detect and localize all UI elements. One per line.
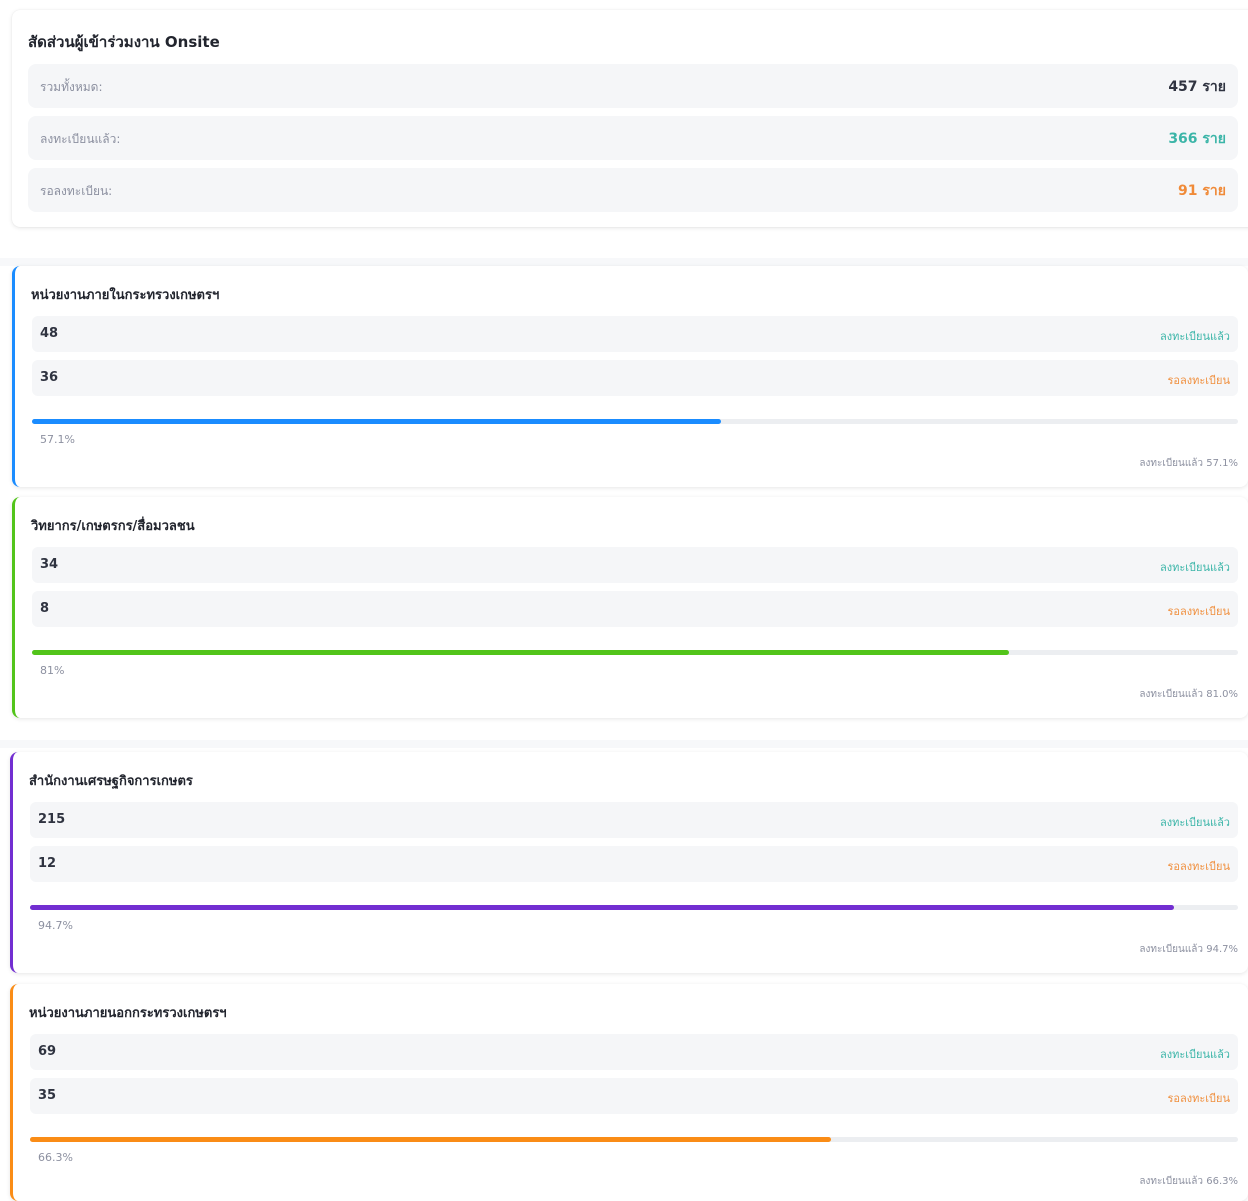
group-card-office-agri-economics: สำนักงานเศรษฐกิจการเกษตร 215 ลงทะเบียนแล…: [10, 752, 1248, 973]
progress-percent: 66.3%: [38, 1151, 73, 1164]
registered-tag: ลงทะเบียนแล้ว: [1160, 816, 1230, 829]
registered-row: 215 ลงทะเบียนแล้ว: [30, 802, 1238, 838]
pending-tag: รอลงทะเบียน: [1167, 1092, 1231, 1105]
pending-row: 36 รอลงทะเบียน: [32, 360, 1238, 396]
progress-percent: 57.1%: [40, 433, 75, 446]
registered-count: 69: [38, 1044, 57, 1059]
registered-label: ลงทะเบียนแล้ว:: [40, 132, 121, 146]
registered-tag: ลงทะเบียนแล้ว: [1160, 1048, 1230, 1061]
registered-value: 366 ราย: [1168, 131, 1226, 147]
progress-footer: ลงทะเบียนแล้ว 57.1%: [1139, 458, 1238, 469]
registered-tag: ลงทะเบียนแล้ว: [1160, 561, 1230, 574]
pending-tag: รอลงทะเบียน: [1167, 860, 1231, 873]
registered-count: 34: [40, 557, 59, 572]
group-card-internal-ministry: หน่วยงานภายในกระทรวงเกษตรฯ 48 ลงทะเบียนแ…: [12, 266, 1248, 487]
progress-track: [32, 650, 1238, 655]
progress-percent: 94.7%: [38, 919, 73, 932]
pending-row: 35 รอลงทะเบียน: [30, 1078, 1238, 1114]
registered-row: 69 ลงทะเบียนแล้ว: [30, 1034, 1238, 1070]
registered-row: 48 ลงทะเบียนแล้ว: [32, 316, 1238, 352]
group-card-speakers-farmers-media: วิทยากร/เกษตรกร/สื่อมวลชน 34 ลงทะเบียนแล…: [12, 497, 1248, 718]
progress-fill: [30, 1137, 831, 1142]
group-title: สำนักงานเศรษฐกิจการเกษตร: [29, 774, 193, 789]
progress-footer: ลงทะเบียนแล้ว 81.0%: [1139, 689, 1238, 700]
progress-footer: ลงทะเบียนแล้ว 94.7%: [1139, 944, 1238, 955]
progress-track: [30, 905, 1238, 910]
group-title: วิทยากร/เกษตรกร/สื่อมวลชน: [31, 519, 195, 534]
summary-title: สัดส่วนผู้เข้าร่วมงาน Onsite: [28, 33, 220, 51]
registered-row: 34 ลงทะเบียนแล้ว: [32, 547, 1238, 583]
summary-row-total: รวมทั้งหมด: 457 ราย: [28, 64, 1238, 108]
pending-tag: รอลงทะเบียน: [1167, 374, 1231, 387]
total-value: 457 ราย: [1168, 79, 1226, 95]
group-title: หน่วยงานภายนอกกระทรวงเกษตรฯ: [29, 1006, 227, 1021]
onsite-summary-panel: สัดส่วนผู้เข้าร่วมงาน Onsite รวมทั้งหมด:…: [12, 10, 1248, 227]
pending-label: รอลงทะเบียน:: [40, 184, 113, 198]
summary-row-pending: รอลงทะเบียน: 91 ราย: [28, 168, 1238, 212]
pending-tag: รอลงทะเบียน: [1167, 605, 1231, 618]
section-divider: [0, 258, 1248, 266]
progress-fill: [32, 419, 721, 424]
progress-track: [32, 419, 1238, 424]
progress-percent: 81%: [40, 664, 65, 677]
total-label: รวมทั้งหมด:: [40, 80, 103, 94]
pending-row: 12 รอลงทะเบียน: [30, 846, 1238, 882]
pending-count: 8: [40, 601, 50, 616]
pending-count: 35: [38, 1088, 57, 1103]
registered-tag: ลงทะเบียนแล้ว: [1160, 330, 1230, 343]
group-title: หน่วยงานภายในกระทรวงเกษตรฯ: [31, 288, 220, 303]
progress-fill: [32, 650, 1009, 655]
registered-count: 48: [40, 326, 59, 341]
pending-count: 12: [38, 856, 57, 871]
pending-row: 8 รอลงทะเบียน: [32, 591, 1238, 627]
group-card-external-ministry: หน่วยงานภายนอกกระทรวงเกษตรฯ 69 ลงทะเบียน…: [10, 984, 1248, 1201]
section-divider: [0, 740, 1248, 748]
pending-value: 91 ราย: [1178, 183, 1226, 199]
registered-count: 215: [38, 812, 66, 827]
progress-footer: ลงทะเบียนแล้ว 66.3%: [1139, 1176, 1238, 1187]
progress-track: [30, 1137, 1238, 1142]
summary-row-registered: ลงทะเบียนแล้ว: 366 ราย: [28, 116, 1238, 160]
progress-fill: [30, 905, 1174, 910]
pending-count: 36: [40, 370, 59, 385]
